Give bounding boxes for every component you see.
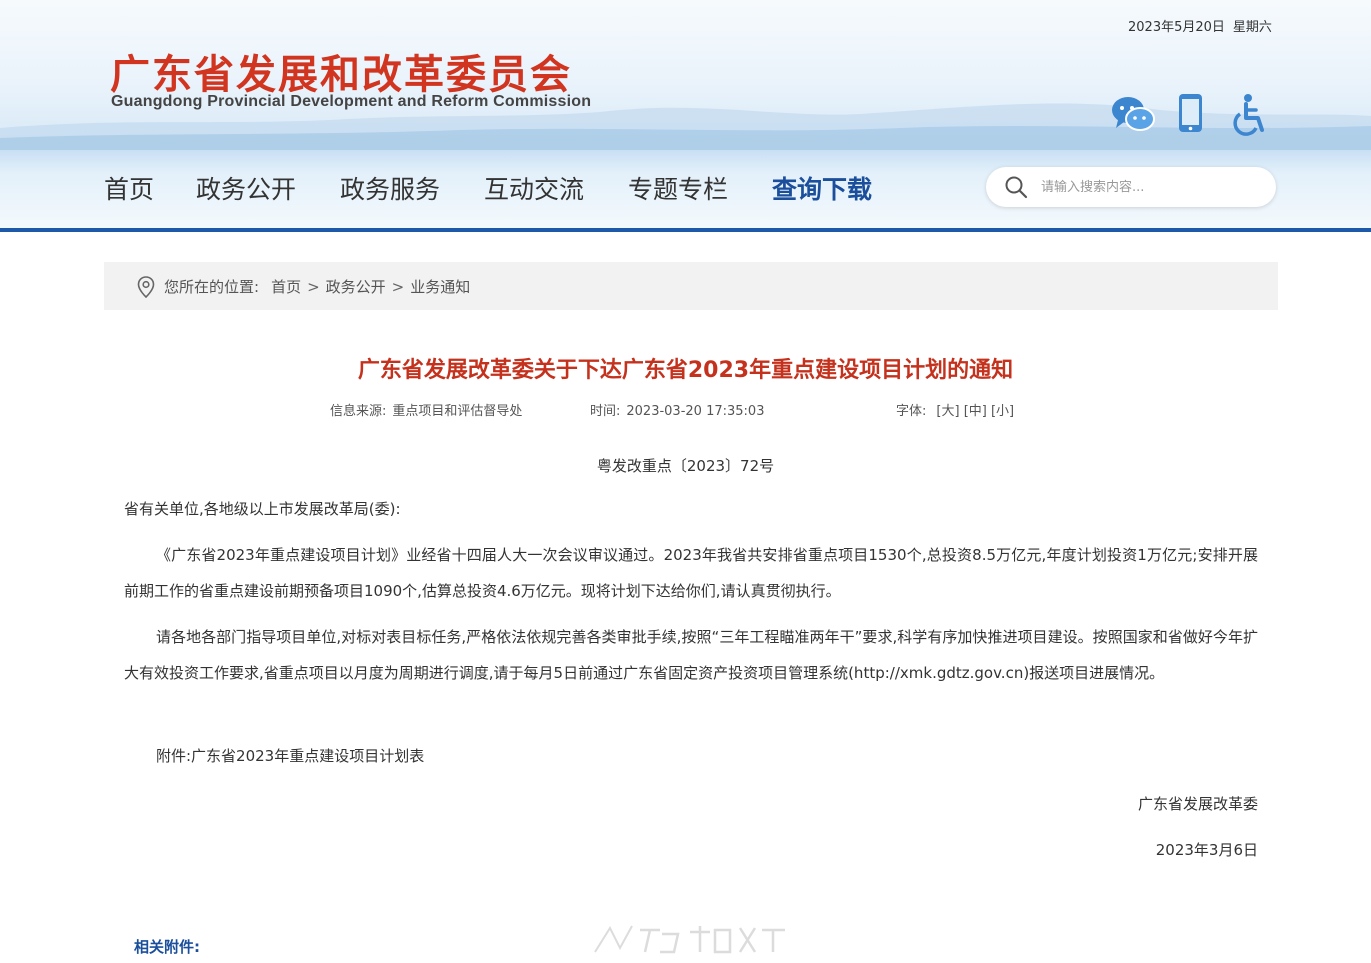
breadcrumb-notices[interactable]: 业务通知 (410, 278, 470, 296)
breadcrumb-separator: > (391, 278, 405, 296)
attachment-note: 附件:广东省2023年重点建设项目计划表 (156, 747, 425, 765)
source-label: 信息来源: (330, 404, 387, 419)
article-title: 广东省发展改革委关于下达广东省2023年重点建设项目计划的通知 (357, 358, 1014, 383)
nav-item-home[interactable]: 首页 (104, 170, 154, 206)
breadcrumb: 您所在的位置: 首页 > 政务公开 > 业务通知 (104, 262, 1278, 310)
site-logo-cn[interactable]: 广东省发展和改革委员会 (110, 42, 572, 100)
breadcrumb-separator: > (307, 278, 320, 296)
article-paragraph-2: 请各地各部门指导项目单位,对标对表目标任务,严格依法依规完善各类审批手续,按照“… (124, 628, 1258, 682)
search-box[interactable] (986, 167, 1276, 207)
article-paragraph-1: 《广东省2023年重点建设项目计划》业经省十四届人大一次会议审议通过。2023年… (124, 546, 1258, 600)
location-pin-icon (137, 276, 155, 298)
source-value: 重点项目和评估督导处 (392, 404, 523, 419)
breadcrumb-label: 您所在的位置: (164, 278, 260, 296)
document-number: 粤发改重点〔2023〕72号 (596, 457, 775, 475)
date-text: 2023年5月20日 (1128, 20, 1225, 35)
weekday-text: 星期六 (1232, 20, 1272, 35)
nav-item-topics[interactable]: 专题专栏 (628, 170, 728, 206)
related-attachments-label: 相关附件: (134, 938, 200, 956)
watermark-logo (594, 925, 785, 954)
font-label: 字体: (896, 404, 927, 419)
breadcrumb-home[interactable]: 首页 (271, 278, 301, 296)
nav-item-gov-services[interactable]: 政务服务 (340, 170, 440, 206)
time-label: 时间: (590, 404, 621, 419)
article-time: 时间: 2023-03-20 17:35:03 (590, 400, 764, 419)
current-date: 2023年5月20日 星期六 (1128, 16, 1280, 35)
nav-item-interaction[interactable]: 互动交流 (484, 170, 584, 206)
nav-item-query-download[interactable]: 查询下载 (772, 170, 872, 206)
search-input[interactable] (1041, 175, 1261, 199)
font-small-button[interactable]: [小] (991, 404, 1014, 419)
mobile-icon[interactable] (1168, 92, 1214, 136)
site-logo-en: Guangdong Provincial Development and Ref… (111, 93, 592, 110)
salutation: 省有关单位,各地级以上市发展改革局(委): (124, 500, 401, 518)
article-source: 信息来源: 重点项目和评估督导处 (330, 400, 522, 419)
font-large-button[interactable]: [大] (936, 404, 959, 419)
font-medium-button[interactable]: [中] (964, 404, 987, 419)
wechat-icon[interactable] (1110, 92, 1156, 136)
nav-item-gov-affairs[interactable]: 政务公开 (196, 170, 296, 206)
sign-date: 2023年3月6日 (1155, 841, 1258, 859)
nav-divider (0, 228, 1371, 232)
breadcrumb-gov-affairs[interactable]: 政务公开 (326, 278, 386, 296)
font-size-controls: 字体: [大] [中] [小] (896, 400, 1014, 419)
accessibility-icon[interactable] (1228, 92, 1274, 136)
main-nav: 首页 政务公开 政务服务 互动交流 专题专栏 查询下载 (0, 150, 1371, 228)
time-value: 2023-03-20 17:35:03 (626, 404, 765, 419)
site-header: 2023年5月20日 星期六 广东省发展和改革委员会 Guangdong Prov… (0, 0, 1371, 150)
signature: 广东省发展改革委 (1137, 795, 1258, 813)
search-icon[interactable] (1004, 175, 1028, 199)
breadcrumb-row: 您所在的位置: 首页 > 政务公开 > 业务通知 (164, 276, 470, 297)
